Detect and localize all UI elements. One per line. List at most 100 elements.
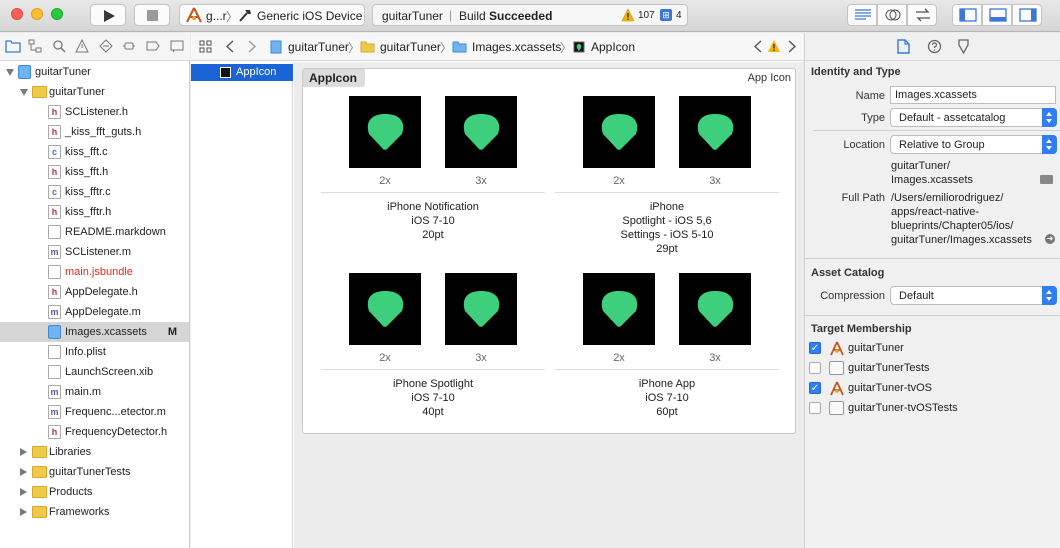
breadcrumb-asset[interactable]: AppIcon [591,40,635,54]
scheme-selector[interactable]: g...r 〉 Generic iOS Device [179,4,365,26]
icon-slot[interactable] [679,96,751,168]
file-tree-row[interactable]: h _kiss_fft_guts.h [0,122,189,142]
warning-icon[interactable] [621,8,635,22]
file-tree-label: _kiss_fft_guts.h [65,126,142,138]
full-path-line: /Users/emiliorodriguez/ [891,192,1004,204]
breadcrumb-project[interactable]: guitarTuner [288,40,349,54]
file-tree-row[interactable]: m AppDelegate.m [0,302,189,322]
file-tree-row[interactable]: Libraries [0,442,189,462]
zoom-window-button[interactable] [51,8,63,20]
disclosure-closed-icon[interactable] [20,448,27,456]
file-tree-row[interactable]: README.markdown [0,222,189,242]
hierarchy-icon[interactable] [28,39,42,53]
target-checkbox[interactable]: ✓ [809,342,821,354]
attributes-icon[interactable] [957,39,970,54]
file-tree-row[interactable]: c kiss_fft.c [0,142,189,162]
file-tree-row[interactable]: c kiss_fftr.c [0,182,189,202]
file-tree-row[interactable]: h AppDelegate.h [0,282,189,302]
target-checkbox[interactable] [809,362,821,374]
disclosure-open-icon[interactable] [6,69,14,76]
forward-chevron-icon[interactable] [247,40,257,53]
back-chevron-icon[interactable] [225,40,235,53]
report-icon[interactable] [170,39,184,53]
relative-path: guitarTuner/ Images.xcassets [891,159,973,187]
file-tree-row[interactable]: guitarTunerTests [0,462,189,482]
name-field[interactable]: Images.xcassets [890,86,1056,104]
debug-icon[interactable] [122,39,136,53]
icon-slot[interactable] [349,273,421,345]
test-diamond-icon[interactable] [99,39,113,53]
reveal-in-finder-arrow-icon[interactable]: ➜ [1045,234,1055,244]
file-tree-row[interactable]: guitarTuner [0,82,189,102]
issue-icon[interactable]: ⊞ [660,9,672,21]
icon-slot[interactable] [445,273,517,345]
minimize-window-button[interactable] [31,8,43,20]
toggle-inspector-button[interactable] [1012,4,1042,26]
previous-issue-chevron-icon[interactable] [753,40,763,53]
target-checkbox[interactable]: ✓ [809,382,821,394]
warning-icon[interactable] [767,39,781,53]
compression-label: Compression [820,290,885,302]
file-tree-row[interactable]: m SCListener.m [0,242,189,262]
guitar-pick-icon [367,291,404,327]
toggle-debug-area-button[interactable] [982,4,1012,26]
identity-type-header: Identity and Type [811,66,901,78]
status-project: guitarTuner [382,9,443,23]
icon-set-title[interactable]: AppIcon [303,69,365,87]
icon-slot[interactable] [349,96,421,168]
related-items-grid-icon[interactable] [199,40,212,53]
next-issue-chevron-icon[interactable] [787,40,797,53]
icon-slot[interactable] [583,273,655,345]
disclosure-open-icon[interactable] [20,89,28,96]
file-tree-row[interactable]: guitarTuner [0,62,189,82]
asset-list: AppIcon [191,62,293,548]
compression-popup[interactable]: Default [890,286,1057,305]
file-inspector-icon[interactable] [897,39,910,54]
breadcrumb-group[interactable]: guitarTuner [380,40,441,54]
disclosure-closed-icon[interactable] [20,468,27,476]
assistant-editor-button[interactable] [877,4,907,26]
file-tree-row[interactable]: m Frequenc...etector.m [0,402,189,422]
icon-slot[interactable] [445,96,517,168]
target-checkbox[interactable] [809,402,821,414]
file-tree-row[interactable]: Images.xcassets M [0,322,189,342]
disclosure-closed-icon[interactable] [20,488,27,496]
file-tree-row[interactable]: h SCListener.h [0,102,189,122]
name-label: Name [855,90,885,102]
toggle-navigator-button[interactable] [952,4,982,26]
file-tree-row[interactable]: Info.plist [0,342,189,362]
file-tree-row[interactable]: LaunchScreen.xib [0,362,189,382]
disclosure-closed-icon[interactable] [20,508,27,516]
file-tree-row[interactable]: Products [0,482,189,502]
type-popup[interactable]: Default - assetcatalog [890,108,1057,127]
standard-editor-button[interactable] [847,4,877,26]
icon-slot[interactable] [679,273,751,345]
breadcrumb-catalog[interactable]: Images.xcassets [472,40,561,54]
file-tree-label: kiss_fftr.h [65,206,112,218]
quick-help-icon[interactable] [927,39,942,54]
file-tree-row[interactable]: h kiss_fft.h [0,162,189,182]
close-window-button[interactable] [11,8,23,20]
icon-slot[interactable] [583,96,655,168]
version-editor-button[interactable] [907,4,937,26]
asset-list-item-appicon[interactable]: AppIcon [191,64,293,81]
file-tree-row[interactable]: h kiss_fftr.h [0,202,189,222]
run-button[interactable] [90,4,126,26]
h-file-icon: h [48,205,61,219]
warning-count[interactable]: 107 [638,10,655,21]
file-tree-row[interactable]: h FrequencyDetector.h [0,422,189,442]
issue-count[interactable]: 4 [676,10,682,21]
file-tree-row[interactable]: main.jsbundle [0,262,189,282]
file-tree-row[interactable]: Frameworks [0,502,189,522]
warning-triangle-icon[interactable] [75,39,89,53]
location-popup[interactable]: Relative to Group [890,135,1057,154]
folder-icon[interactable] [5,39,21,53]
reveal-folder-icon[interactable] [1040,175,1053,184]
scale-label: 2x [613,175,625,187]
document-file-icon [48,225,61,239]
guitar-pick-icon [697,114,734,150]
search-icon[interactable] [52,39,66,53]
breakpoint-icon[interactable] [146,39,160,53]
stop-button[interactable] [134,4,170,26]
file-tree-row[interactable]: m main.m [0,382,189,402]
